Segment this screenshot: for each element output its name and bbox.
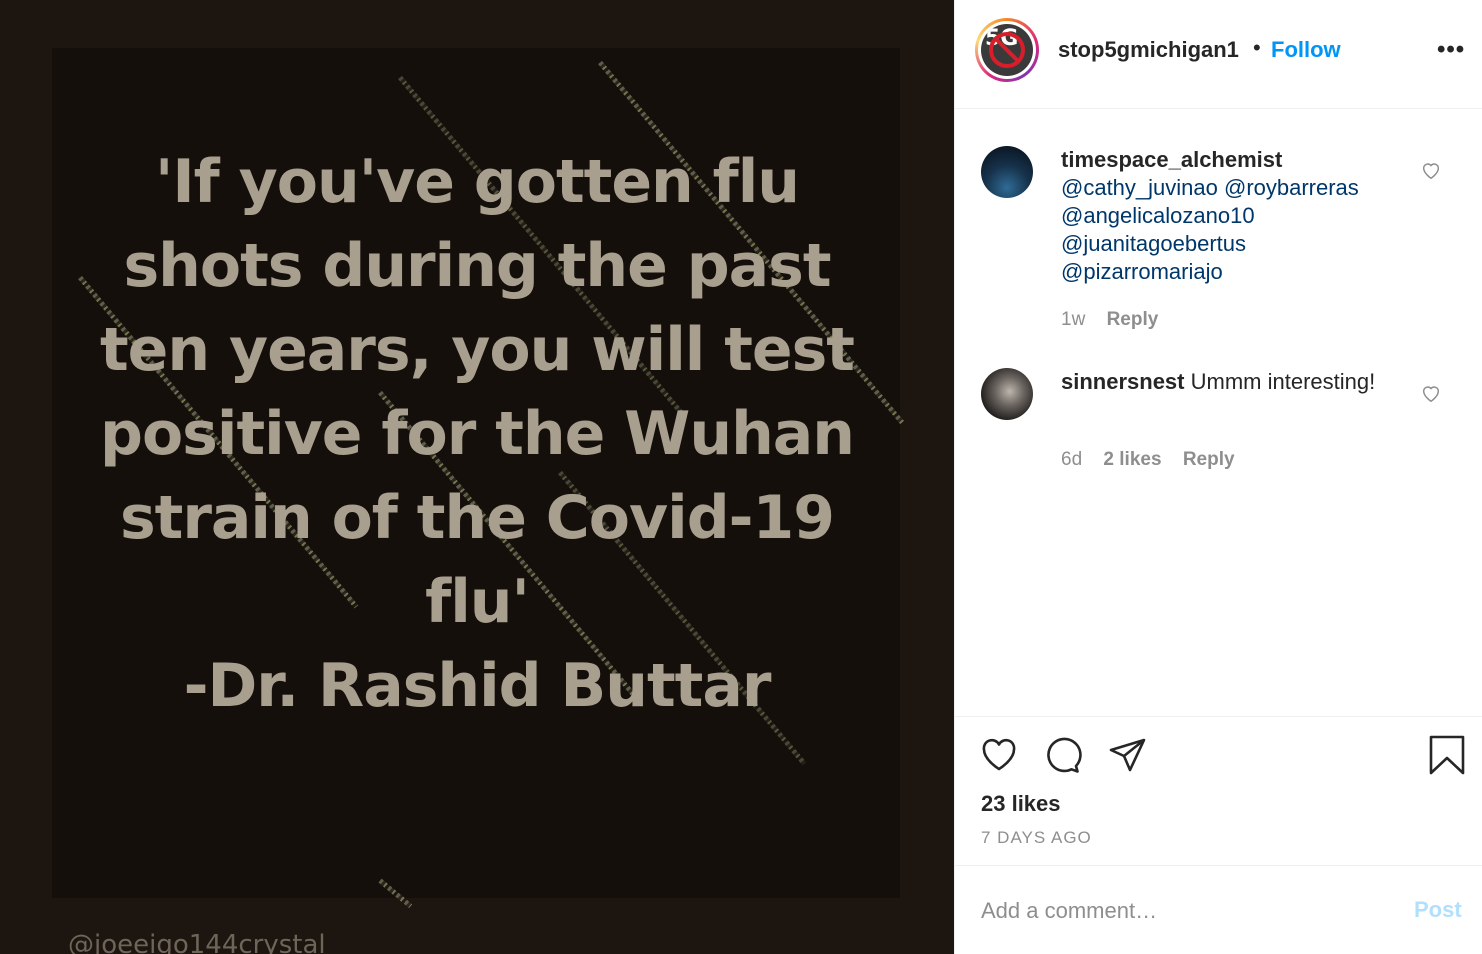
author-username[interactable]: stop5gmichigan1 [1058,37,1239,63]
post-timestamp: 7 DAYS AGO [981,828,1092,847]
reply-button[interactable]: Reply [1107,309,1159,330]
quote-line: strain of the Covid-19 [119,483,835,553]
comment-meta: 1w Reply [1061,309,1174,331]
comment-likes-count[interactable]: 2 likes [1103,449,1161,470]
comment-like-heart-icon[interactable] [1420,159,1442,181]
post-header: 5G stop5gmichigan1 • Follow ••• [955,0,1482,109]
quote-line: positive for the Wuhan [100,399,855,469]
comment-icon[interactable] [1043,735,1083,775]
mention-link[interactable]: @cathy_juvinao @roybarreras [1061,174,1401,202]
quote-line: -Dr. Rashid Buttar [183,651,772,721]
post-comment-button[interactable]: Post [1414,897,1462,923]
more-options-icon[interactable]: ••• [1437,36,1465,64]
image-watermark: @joeeigo144crystal [68,930,326,954]
like-heart-icon[interactable] [979,735,1019,775]
comment-age: 1w [1061,309,1086,330]
comment-body: timespace_alchemist @cathy_juvinao @royb… [1061,146,1401,286]
comment-like-heart-icon[interactable] [1420,382,1442,404]
author-avatar[interactable]: 5G [975,18,1039,82]
commenter-avatar[interactable] [981,146,1033,198]
follow-button[interactable]: Follow [1271,37,1341,63]
post-side-panel: 5G stop5gmichigan1 • Follow ••• timespac… [954,0,1482,954]
quote-line: 'If you've gotten flu [154,147,800,217]
commenter-avatar[interactable] [981,368,1033,420]
share-icon[interactable] [1107,735,1147,775]
avatar-inner: 5G [978,21,1036,79]
add-comment-bar: Post [955,867,1482,954]
no-5g-logo-icon: 5G [981,24,1033,76]
quote-line: shots during the past [123,231,831,301]
comment-age: 6d [1061,449,1083,470]
likes-count[interactable]: 23 likes [981,791,1061,817]
post-actions: 23 likes 7 DAYS AGO [955,716,1482,866]
quote-line: ten years, you will test [100,315,855,385]
comment-meta: 6d 2 likes Reply [1061,449,1251,471]
commenter-username[interactable]: timespace_alchemist [1061,147,1282,172]
comment-body: sinnersnest Ummm interesting! [1061,368,1401,396]
quote-line: flu' [425,567,530,637]
post-quote: 'If you've gotten flu shots during the p… [0,140,954,728]
commenter-username[interactable]: sinnersnest [1061,369,1185,394]
ban-icon [989,32,1025,68]
reply-button[interactable]: Reply [1183,449,1235,470]
post-image[interactable]: 'If you've gotten flu shots during the p… [0,0,954,954]
mention-link[interactable]: @angelicalozano10 [1061,202,1401,230]
add-comment-input[interactable] [981,895,1381,927]
mention-link[interactable]: @juanitagoebertus [1061,230,1401,258]
separator-dot: • [1253,35,1261,60]
mention-link[interactable]: @pizarromariajo [1061,258,1401,286]
comment-text: Ummm interesting! [1190,369,1376,394]
bookmark-icon[interactable] [1427,735,1467,775]
